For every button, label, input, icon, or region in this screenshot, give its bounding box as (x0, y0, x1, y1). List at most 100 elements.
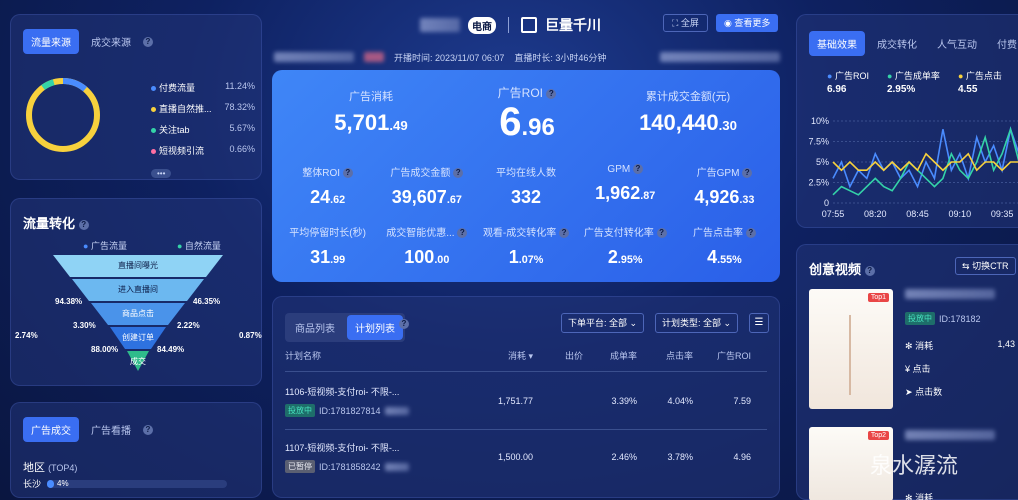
chevron-down-icon: ⌄ (723, 318, 732, 328)
help-icon[interactable]: ? (745, 228, 756, 239)
legend-item: 关注tab 5.67% (151, 123, 255, 136)
table-row[interactable]: 1106-短视频-支付roi- 不限-... 投放中 ID:1781827814… (285, 381, 767, 421)
blurred-shop-name (420, 18, 460, 32)
help-icon[interactable]: ? (546, 88, 557, 99)
creative-item[interactable]: Top1 投放中 ID:178182 ✻ 消耗 1,43 ¥ 点击 ➤ 点击数 (809, 289, 1018, 409)
col-name[interactable]: 计划名称 (285, 349, 463, 362)
kpi-metric: 观看-成交转化率 ? 1.07% (476, 224, 575, 268)
col-spend[interactable]: 消耗 ▾ (463, 349, 533, 362)
tab-paid-ratio[interactable]: 付费占比 (989, 31, 1018, 56)
help-icon[interactable]: ? (864, 265, 875, 276)
legend-dot (151, 128, 156, 133)
x-tick-label: 08:20 (864, 209, 887, 219)
kpi-metric: 平均停留时长(秒) 31.99 (289, 228, 366, 267)
separator (508, 17, 509, 33)
status-badge: 投放中 (905, 312, 935, 325)
y-tick-label: 0 (824, 198, 829, 208)
help-icon[interactable]: ? (143, 36, 153, 47)
watermark: 泉水潺流 (870, 454, 959, 479)
more-button[interactable]: ••• (151, 169, 172, 178)
x-tick-label: 07:55 (822, 209, 845, 219)
legend-item: ● 广告点击 4.55 (957, 71, 1002, 95)
source-legend: 付费流量 11.24% 直播自然推... 78.32% 关注tab 5.67% 短视频… (151, 81, 255, 181)
source-donut-chart (26, 78, 100, 152)
chevron-down-icon: ⌄ (629, 318, 638, 328)
tab-product-list[interactable]: 商品列表 (287, 315, 343, 340)
funnel-side-right: 0.87% (239, 331, 262, 340)
help-icon[interactable]: ? (399, 319, 409, 329)
x-tick-label: 09:10 (949, 209, 972, 219)
city-bar: 4% (47, 479, 228, 488)
click-icon: ¥ (905, 364, 911, 374)
kpi-metric: 平均在线人数 332 (496, 168, 556, 207)
tab-deal-conversion[interactable]: 成交转化 (869, 31, 925, 56)
line-chart: 10% 7.5% 5% 2.5% 007:55 08:20 08:45 09:10 09:35 (808, 116, 1018, 219)
swap-icon: ⇆ (962, 261, 970, 271)
start-time: 开播时间: 2023/11/07 06:07 (394, 52, 505, 63)
help-icon[interactable]: ? (632, 164, 643, 175)
help-icon[interactable]: ? (457, 228, 468, 239)
kpi-metric: 广告支付转化率 ? 2.95% (576, 224, 675, 268)
kpi-row-2: 整体ROI ? 24.62 广告成交金额 ? 39,607.67 平均在线人数 33… (278, 164, 774, 208)
legend-dot (151, 107, 156, 112)
tab-traffic-source[interactable]: 流量来源 (23, 29, 79, 54)
kpi-ad-roi: 广告ROI ? 6.96 (497, 86, 557, 144)
view-more-button[interactable]: ◉ 查看更多 (716, 14, 779, 32)
eye-icon: ◉ (724, 18, 732, 28)
tab-plan-list[interactable]: 计划列表 (347, 315, 403, 340)
help-icon[interactable]: ? (656, 228, 667, 239)
funnel-left-value: 3.30% (73, 321, 96, 330)
legend-item: 直播自然推... 78.32% (151, 102, 255, 115)
col-bid[interactable]: 出价 (533, 349, 583, 362)
chart-legend: ● 广告ROI 6.96 ● 广告成单率 2.95% ● 广告点击 4.55 (827, 69, 1017, 95)
tab-popularity[interactable]: 人气互动 (929, 31, 985, 56)
duration: 直播时长: 3小时46分钟 (514, 52, 607, 63)
switch-ctr-button[interactable]: ⇆ 切换CTR (955, 257, 1016, 275)
tab-ad-deal[interactable]: 广告成交 (23, 417, 79, 442)
help-icon[interactable]: ? (559, 228, 570, 239)
kpi-panel: 广告消耗 5,701.49 广告ROI ? 6.96 累计成交金额(元) 140… (272, 70, 780, 282)
funnel-stage: 进入直播间 (118, 285, 158, 294)
kpi-ad-spend: 广告消耗 5,701.49 (334, 91, 408, 135)
legend-dot (151, 149, 156, 154)
x-tick-label: 09:35 (991, 209, 1014, 219)
col-roi[interactable]: 广告ROI (693, 349, 751, 362)
funnel-left-value: 88.00% (91, 345, 119, 354)
type-filter[interactable]: 计划类型: 全部 ⌄ (655, 313, 739, 333)
legend-ad-traffic: ● 广告流量 (83, 241, 127, 251)
kpi-metric: 广告成交金额 ? 39,607.67 (390, 168, 464, 207)
col-ctr[interactable]: 点击率 (637, 349, 693, 362)
y-tick-label: 2.5% (808, 178, 829, 188)
funnel-right-value: 46.35% (193, 297, 221, 306)
kpi-metric: GPM ? 1,962.87 (595, 164, 656, 203)
tab-deal-source[interactable]: 成交来源 (83, 29, 139, 54)
help-icon[interactable]: ? (78, 219, 89, 230)
tab-ad-watch[interactable]: 广告看播 (83, 417, 139, 442)
col-order-rate[interactable]: 成单率 (583, 349, 637, 362)
funnel-stage: 创建订单 (122, 333, 154, 342)
brand-name: 巨量千川 (545, 17, 601, 33)
video-thumbnail[interactable]: Top1 (809, 289, 893, 409)
help-icon[interactable]: ? (143, 424, 153, 435)
help-icon[interactable]: ? (453, 168, 464, 179)
live-info-bar: 开播时间: 2023/11/07 06:07 直播时长: 3小时46分钟 (274, 50, 780, 64)
cursor-icon: ➤ (905, 387, 913, 397)
y-tick-label: 5% (816, 157, 829, 167)
basic-effect-panel: 基础效果 成交转化 人气互动 付费占比 ● 广告ROI6.96 ● 广告成单率2… (796, 14, 1018, 228)
kpi-metric: 成交智能优惠... ? 100.00 (377, 224, 476, 268)
conversion-title: 流量转化 (23, 216, 76, 231)
funnel-side-left: 2.74% (15, 331, 38, 340)
table-header: 计划名称 消耗 ▾ 出价 成单率 点击率 广告ROI (285, 349, 767, 362)
funnel-left-value: 94.38% (55, 297, 83, 306)
fullscreen-button[interactable]: ⛶ 全屏 (663, 14, 708, 32)
tab-basic-effect[interactable]: 基础效果 (809, 31, 865, 56)
qianchuan-logo-icon (521, 17, 537, 33)
rank-badge: Top1 (867, 293, 889, 302)
kpi-metric: 广告点击率 ? 4.55% (675, 224, 774, 268)
expand-icon: ⛶ (672, 18, 679, 28)
column-settings-button[interactable]: ☰ (749, 313, 769, 333)
table-row[interactable]: 1107-短视频-支付roi- 不限-... 已暂停 ID:1781858242… (285, 437, 767, 477)
help-icon[interactable]: ? (742, 168, 753, 179)
platform-filter[interactable]: 下单平台: 全部 ⌄ (561, 313, 645, 333)
help-icon[interactable]: ? (342, 168, 353, 179)
